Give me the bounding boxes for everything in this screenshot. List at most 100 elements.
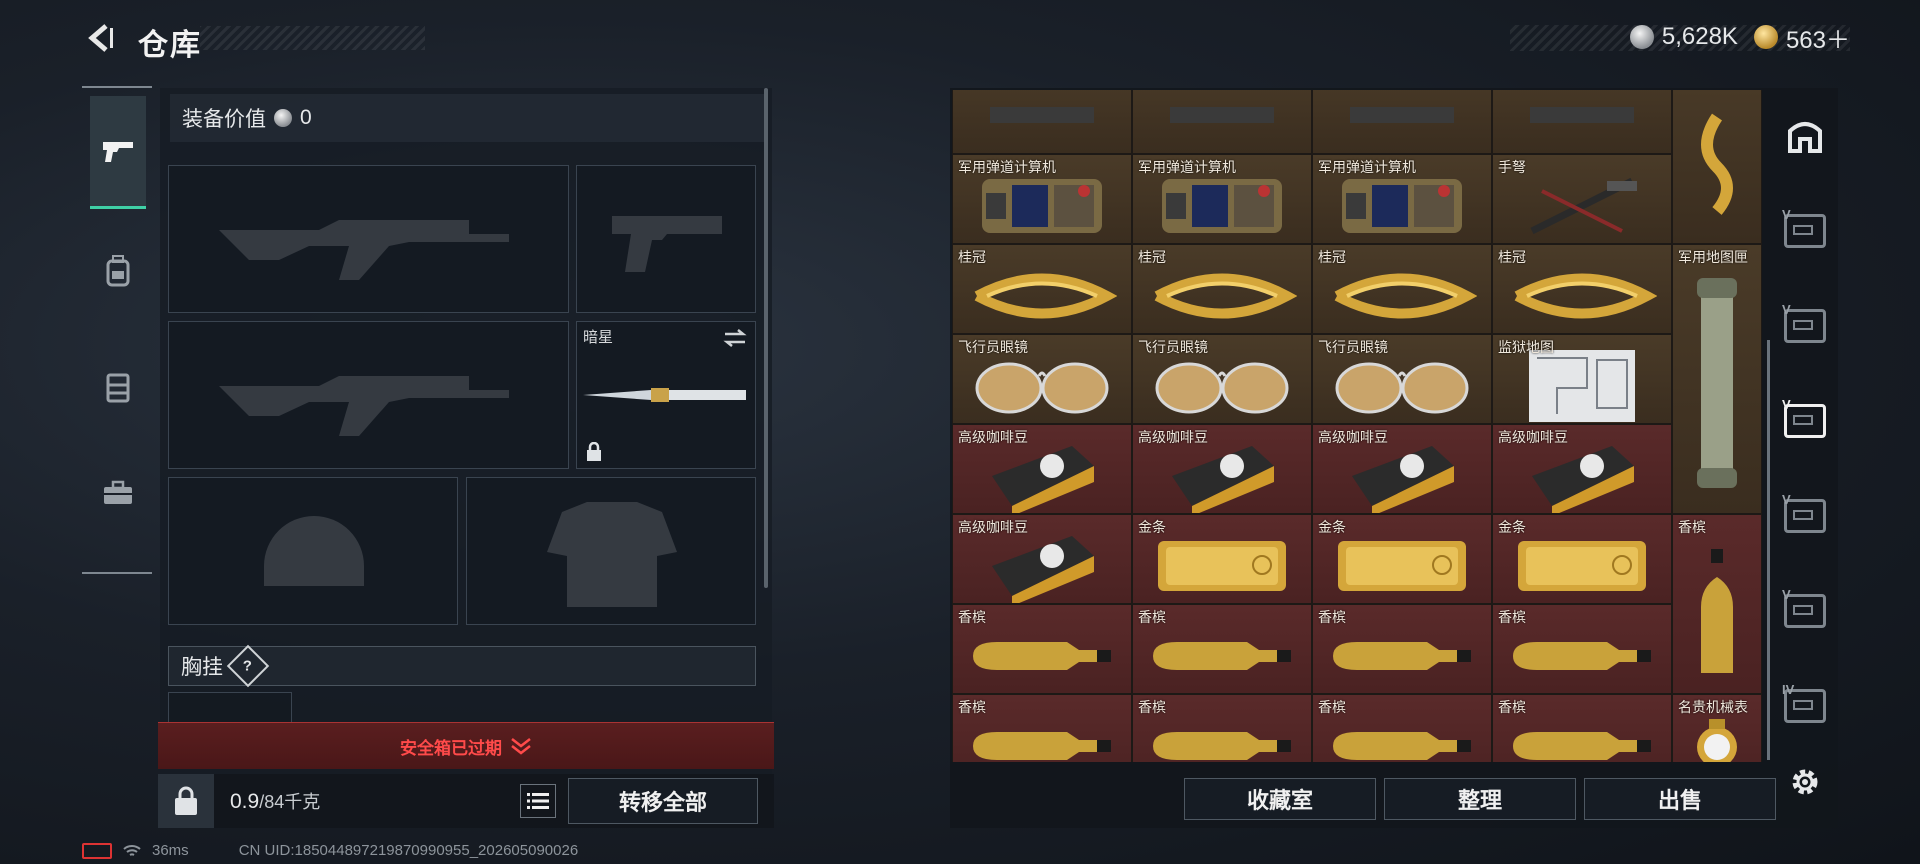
safe-box-expired-banner[interactable]: 安全箱已过期 [158,722,774,769]
storage-item-cell[interactable]: 桂冠 [1492,244,1672,334]
storage-item-cell[interactable]: 高级咖啡豆 [1492,424,1672,514]
backpack-lock-button[interactable] [158,774,214,828]
silver-currency[interactable]: 5,628K [1629,23,1738,51]
storage-item-cell[interactable]: 金条 [1492,514,1672,604]
gear-icon [1792,769,1818,795]
storage-item-cell[interactable]: 手弩 [1492,154,1672,244]
storage-item-cell[interactable] [1492,90,1672,154]
storage-item-cell[interactable]: 桂冠 [1132,244,1312,334]
storage-item-cell[interactable]: 军用弹道计算机 [1312,154,1492,244]
primary-weapon-slot[interactable] [168,165,569,313]
storage-item-cell[interactable]: 军用弹道计算机 [1132,154,1312,244]
storage-item-cell[interactable]: 香槟 [1312,694,1492,762]
vault-icon [1788,122,1822,153]
item-name: 高级咖啡豆 [958,429,1028,445]
storage-item-cell[interactable]: 桂冠 [1312,244,1492,334]
list-view-button[interactable] [520,784,556,818]
lock-icon [587,442,601,461]
storage-item-cell[interactable] [1312,90,1492,154]
item-icon [1133,349,1311,423]
transfer-all-button[interactable]: 转移全部 [568,778,758,824]
chest-rig-header: 胸挂 ? [168,644,756,688]
storage-item-cell[interactable]: 高级咖啡豆 [952,424,1132,514]
back-button[interactable] [80,18,120,58]
storage-case-tab[interactable]: V [1772,565,1838,657]
storage-case-tab[interactable]: V [1772,470,1838,562]
helmet-slot[interactable] [168,477,458,625]
backpack-tab[interactable] [90,216,146,326]
gold-currency[interactable]: 563＋ [1753,20,1850,55]
storage-footer: 收藏室 整理 出售 [1184,778,1776,820]
item-name: 名贵机械表 [1678,699,1748,715]
storage-item-cell[interactable]: 军用弹道计算机 [952,154,1132,244]
storage-item-cell[interactable]: 香槟 [1492,604,1672,694]
equipment-scrollbar[interactable] [764,88,768,588]
storage-item-cell[interactable]: 飞行员眼镜 [1312,334,1492,424]
storage-item-cell[interactable]: 高级咖啡豆 [1312,424,1492,514]
knife-icon [583,388,746,402]
item-name: 金条 [1138,519,1166,535]
vest-tab[interactable] [90,332,146,442]
home-tab[interactable] [1772,90,1838,182]
storage-item-cell[interactable]: 香槟 [1312,604,1492,694]
item-name: 手弩 [1498,159,1526,175]
weapons-tab[interactable] [90,96,146,209]
storage-case-tab[interactable]: V [1772,280,1838,372]
help-icon[interactable]: ? [226,644,270,688]
item-icon [953,619,1131,693]
melee-slot[interactable]: 暗星 [576,321,756,469]
pistol-slot[interactable] [576,165,756,313]
item-icon [1133,259,1311,333]
storage-item-cell[interactable]: 香槟 [1672,514,1762,694]
storage-case-tab[interactable]: V [1772,375,1838,467]
storage-item-cell[interactable]: 香槟 [952,694,1132,762]
storage-case-tabs: V V V V V IV [1772,90,1838,770]
storage-item-cell[interactable]: 飞行员眼镜 [1132,334,1312,424]
storage-item-cell[interactable]: 桂冠 [952,244,1132,334]
item-icon [1133,619,1311,693]
armor-silhouette-icon [547,502,677,607]
storage-item-cell[interactable]: 监狱地图 [1492,334,1672,424]
item-icon [953,259,1131,333]
item-icon [1673,90,1761,243]
storage-item-cell[interactable]: 香槟 [1132,694,1312,762]
storage-item-cell[interactable] [952,90,1132,154]
item-icon [1133,529,1311,603]
storage-item-cell[interactable]: 金条 [1132,514,1312,604]
silver-coin-icon [1629,25,1654,49]
pistol-silhouette-icon [612,216,722,272]
organize-button[interactable]: 整理 [1384,778,1576,820]
weight-current: 0.9 [230,790,260,813]
storage-scrollbar[interactable] [1767,340,1770,760]
storage-item-cell[interactable]: 军用地图匣 [1672,244,1762,514]
currency-display: 5,628K 563＋ [1629,18,1850,56]
storage-case-tab[interactable]: IV [1772,660,1838,752]
sell-button[interactable]: 出售 [1584,778,1776,820]
helmet-silhouette-icon [264,516,364,586]
storage-item-cell[interactable] [1132,90,1312,154]
storage-item-cell[interactable]: 香槟 [952,604,1132,694]
settings-button[interactable] [1783,760,1827,804]
storage-item-cell[interactable]: 香槟 [1492,694,1672,762]
case-tab[interactable] [90,438,146,548]
storage-item-cell[interactable]: 高级咖啡豆 [1132,424,1312,514]
storage-item-cell[interactable]: 香槟 [1132,604,1312,694]
item-name: 高级咖啡豆 [1318,429,1388,445]
swap-icon[interactable] [723,328,747,348]
item-name: 高级咖啡豆 [1138,429,1208,445]
storage-item-cell[interactable]: 高级咖啡豆 [952,514,1132,604]
armor-slot[interactable] [466,477,756,625]
item-icon [1673,261,1761,513]
storage-item-cell[interactable]: 名贵机械表 [1672,694,1762,762]
storage-item-cell[interactable]: 金条 [1312,514,1492,604]
pistol-icon [103,142,133,162]
secondary-weapon-slot[interactable] [168,321,569,469]
storage-item-cell[interactable] [1672,90,1762,244]
title-decoration [200,26,425,50]
back-arrow-icon [88,24,113,52]
collection-room-button[interactable]: 收藏室 [1184,778,1376,820]
storage-case-tab[interactable]: V [1772,185,1838,277]
item-name: 香槟 [958,609,986,625]
storage-item-cell[interactable]: 飞行员眼镜 [952,334,1132,424]
gold-coin-icon [1753,25,1778,49]
